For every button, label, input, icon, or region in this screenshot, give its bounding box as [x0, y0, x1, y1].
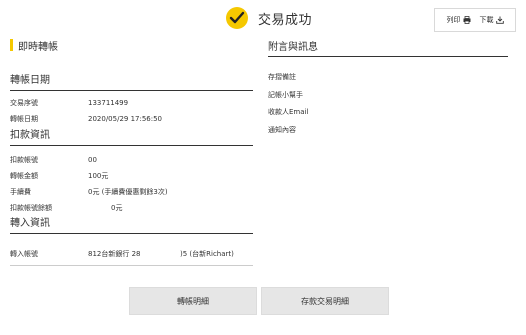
row-value: 133711499	[88, 98, 129, 107]
row-label: 手續費	[10, 187, 31, 196]
transfer-date-rows: 交易序號 133711499 轉帳日期 2020/05/29 17:56:50	[10, 97, 253, 124]
action-box: 列印 下載	[434, 8, 516, 32]
print-label: 列印	[446, 16, 461, 24]
message-row: 記帳小幫手	[268, 90, 303, 99]
info-row: 扣款帳號餘額 0元	[10, 202, 253, 213]
info-row: 轉帳日期 2020/05/29 17:56:50	[10, 113, 253, 124]
message-row: 收款人Email	[268, 108, 309, 116]
deposit-details-button[interactable]: 存款交易明細	[261, 287, 389, 315]
row-value: 0元 (手續費優惠剩餘3次)	[88, 187, 168, 196]
row-label: 交易序號	[10, 98, 38, 107]
print-button[interactable]: 列印	[447, 15, 471, 25]
row-label: 轉帳金額	[10, 171, 38, 180]
row-value: 0元	[111, 203, 123, 212]
checkmark-icon	[226, 7, 248, 29]
result-header: 交易成功 列印 下載	[0, 7, 526, 33]
section-title-credit: 轉入資訊	[10, 214, 253, 234]
row-value: 00	[88, 155, 97, 164]
divider	[10, 265, 253, 266]
message-row: 通知內容	[268, 125, 296, 134]
row-label: 扣款帳號	[10, 155, 38, 164]
success-status: 交易成功	[226, 7, 312, 29]
page-title: 即時轉帳	[10, 38, 253, 53]
message-rows: 存摺備註 記帳小幫手 收款人Email 通知內容	[268, 72, 508, 135]
row-value: 2020/05/29 17:56:50	[88, 114, 163, 123]
section-title-debit: 扣款資訊	[10, 126, 253, 146]
download-label: 下載	[479, 16, 494, 24]
download-button[interactable]: 下載	[480, 15, 504, 25]
section-title-messages: 附言與訊息	[268, 38, 508, 57]
row-label: 扣款帳號餘額	[10, 203, 52, 212]
printer-icon	[463, 16, 470, 24]
row-label: 轉帳日期	[10, 114, 38, 123]
row-label: 轉入帳號	[10, 249, 38, 258]
title-accent-bar	[10, 39, 13, 51]
section-title-transfer-date: 轉帳日期	[10, 71, 253, 91]
info-row: 轉帳金額 100元	[10, 170, 253, 181]
info-row: 交易序號 133711499	[10, 97, 253, 108]
info-row: 扣款帳號 00	[10, 154, 253, 165]
debit-rows: 扣款帳號 00 轉帳金額 100元 手續費 0元 (手續費優惠剩餘3次) 扣款帳…	[10, 154, 253, 213]
transfer-details-button[interactable]: 轉帳明細	[129, 287, 257, 315]
info-row: 手續費 0元 (手續費優惠剩餘3次)	[10, 186, 253, 197]
row-value-suffix: )5 (台新Richart)	[180, 249, 234, 258]
download-icon	[495, 16, 504, 24]
row-value: 812台新銀行 28	[88, 249, 141, 258]
left-column: 即時轉帳 轉帳日期 交易序號 133711499 轉帳日期 2020/05/29…	[10, 38, 253, 266]
message-row: 存摺備註	[268, 73, 296, 81]
credit-rows: 轉入帳號 812台新銀行 28 )5 (台新Richart)	[10, 248, 253, 259]
page-title-text: 即時轉帳	[18, 41, 58, 53]
success-text: 交易成功	[258, 12, 313, 28]
right-column: 附言與訊息 存摺備註 記帳小幫手 收款人Email 通知內容	[268, 38, 508, 142]
row-value: 100元	[88, 171, 109, 180]
info-row: 轉入帳號 812台新銀行 28 )5 (台新Richart)	[10, 248, 253, 259]
